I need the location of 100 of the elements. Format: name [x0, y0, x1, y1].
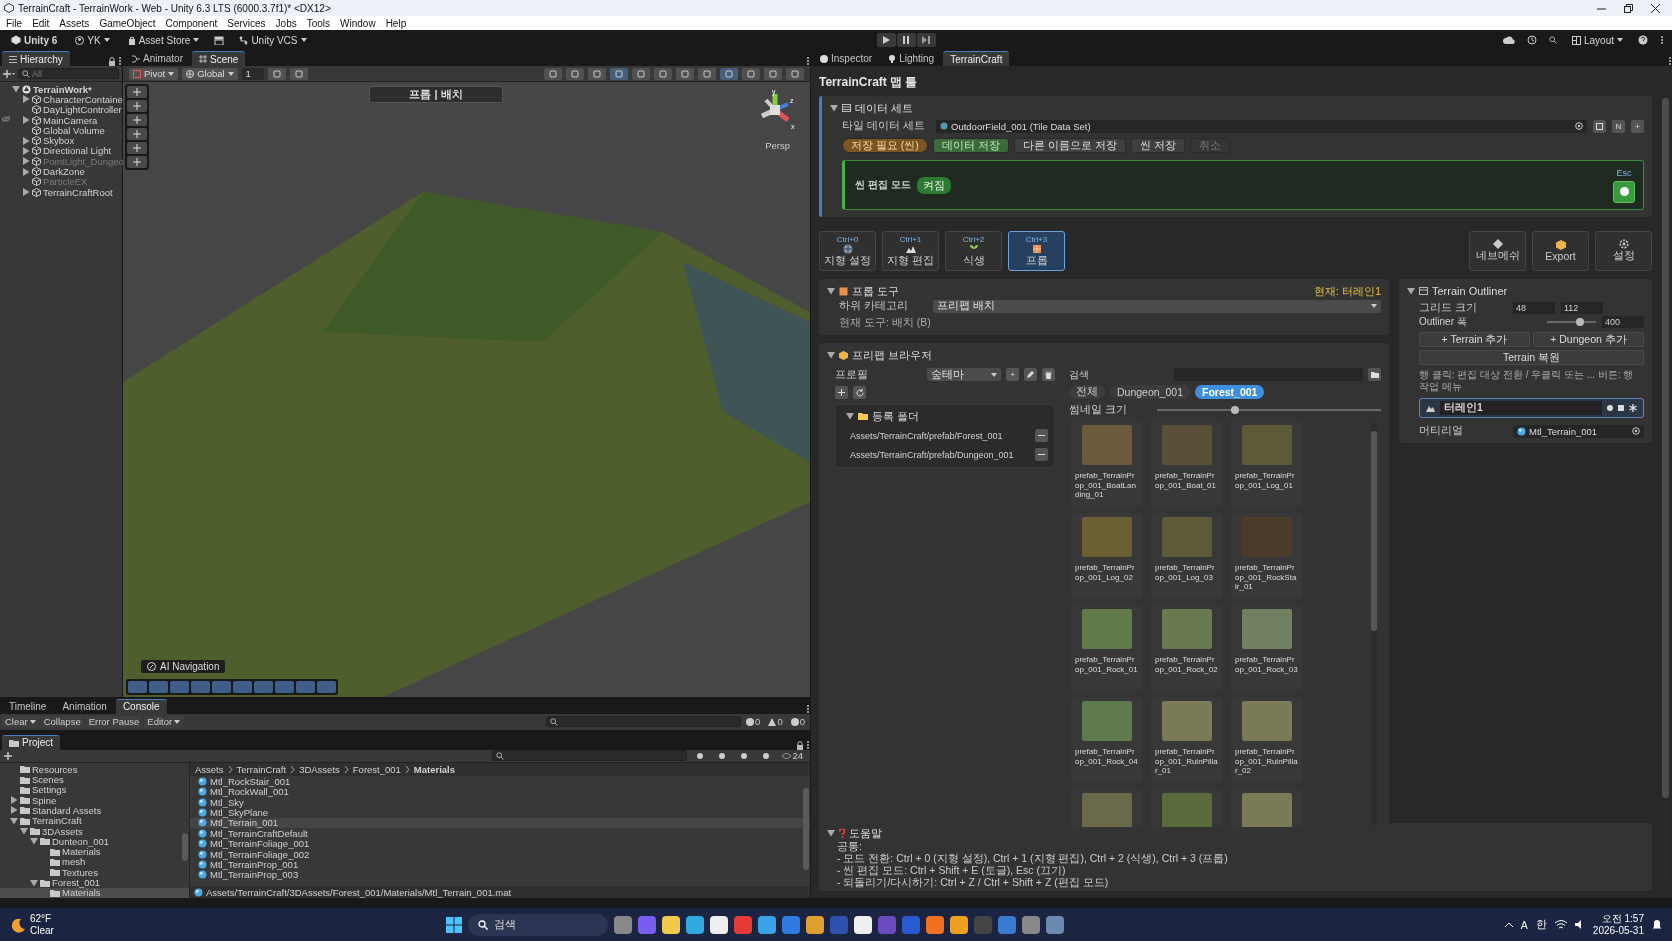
asset-item[interactable]: Mtl_TerrainProp_003	[210, 869, 299, 881]
section-header[interactable]: 프리팹 브라우저	[852, 347, 933, 363]
scene-tab[interactable]: Animator	[125, 51, 190, 66]
outliner-button[interactable]: + Terrain 추가	[1419, 332, 1530, 347]
section-header[interactable]: 등록 폴더	[872, 408, 920, 424]
folder-item[interactable]: Textures	[62, 866, 98, 878]
hierarchy-item[interactable]: DayLightController	[43, 104, 122, 116]
asset-item[interactable]: Mtl_TerrainFoliage_001	[210, 838, 310, 850]
console-button[interactable]: Clear	[2, 715, 39, 728]
breadcrumb-item[interactable]: Forest_001	[352, 764, 401, 776]
prefab-card[interactable]: prefab_TerrainProp_001_BoatLanding_01	[1071, 421, 1142, 507]
asset-item[interactable]: Mtl_TerrainCraftDefault	[210, 827, 308, 839]
unity-menu-button[interactable]: Unity 6	[8, 33, 61, 47]
inspector-tab[interactable]: Inspector	[813, 51, 880, 66]
prefab-card[interactable]: prefab_TerrainProp_001_Rock_02	[1151, 605, 1222, 691]
menu-item[interactable]: Jobs	[275, 17, 297, 29]
section-header[interactable]: 데이터 세트	[855, 100, 914, 116]
tile-data-set-field[interactable]: OutdoorField_001 (Tile Data Set)	[936, 119, 1587, 133]
folder-item[interactable]: Forest_001	[52, 877, 101, 889]
projection-label[interactable]: Persp	[765, 140, 790, 151]
hierarchy-item[interactable]: CharacterContaine	[43, 93, 123, 105]
grid-step-field[interactable]: 1	[241, 67, 264, 80]
layout-button[interactable]: Layout	[1569, 33, 1626, 47]
action-button[interactable]: 씬 저장	[1130, 138, 1185, 153]
mode-button[interactable]: Ctrl+1 지형 편집	[882, 231, 939, 271]
folder-item[interactable]: Standard Assets	[32, 805, 102, 816]
scene-tab[interactable]: Scene	[192, 51, 246, 66]
category-dropdown[interactable]: 프리팹 배치	[933, 299, 1381, 313]
terrain-row[interactable]: 터레인1	[1419, 398, 1644, 418]
hierarchy-item[interactable]: Skybox	[43, 135, 75, 147]
hierarchy-tab[interactable]: Hierarchy	[2, 51, 70, 66]
hierarchy-item[interactable]: TerrainWork*	[33, 83, 92, 95]
action-button[interactable]: 다른 이름으로 저장	[1013, 138, 1126, 153]
breadcrumb-item[interactable]: Assets	[195, 764, 224, 776]
asset-store-button[interactable]: Asset Store	[124, 33, 203, 47]
prefab-card[interactable]: prefab_TerrainProp_001_Rock_03	[1231, 605, 1302, 691]
global-dropdown[interactable]: Global	[182, 67, 238, 80]
section-header[interactable]: 도움말	[849, 825, 882, 841]
console-tab[interactable]: Timeline	[2, 698, 54, 714]
prefab-card[interactable]: prefab_TerrainProp_001_Log_02	[1071, 513, 1142, 599]
menu-item[interactable]: Services	[227, 17, 266, 29]
hierarchy-item[interactable]: DarkZone	[43, 166, 85, 178]
number-field[interactable]: 48	[1513, 302, 1555, 314]
console-button[interactable]: Editor	[144, 715, 184, 728]
input-mode-indicator[interactable]: A	[1520, 918, 1528, 931]
error-count[interactable]: 0	[743, 716, 764, 728]
console-button[interactable]: Collapse	[40, 715, 84, 728]
section-header[interactable]: 프롭 도구	[852, 283, 900, 299]
hierarchy-item[interactable]: TerrainCraftRoot	[43, 186, 113, 198]
menu-item[interactable]: Tools	[306, 17, 331, 29]
folder-item[interactable]: Spine	[32, 794, 57, 806]
filter-chip[interactable]: Dungeon_001	[1110, 385, 1190, 399]
menu-item[interactable]: Window	[340, 17, 376, 29]
asset-item[interactable]: Mtl_Sky	[210, 796, 244, 808]
info-count[interactable]: 0	[787, 716, 808, 728]
hierarchy-item[interactable]: MainCamera	[43, 114, 98, 126]
project-tab[interactable]: Project	[2, 734, 61, 750]
profile-dropdown[interactable]: 숲테마	[927, 368, 1002, 381]
section-header[interactable]: Terrain Outliner	[1432, 285, 1508, 297]
breadcrumb-item[interactable]: TerrainCraft	[236, 764, 287, 776]
prefab-card[interactable]: prefab_TerrainProp_001_Rock_04	[1071, 697, 1142, 783]
menu-item[interactable]: Assets	[59, 17, 90, 29]
inspector-tab[interactable]: Lighting	[881, 51, 942, 66]
asset-item[interactable]: Mtl_TerrainFoliage_002	[210, 848, 310, 860]
menu-item[interactable]: File	[6, 17, 23, 29]
hierarchy-item[interactable]: Directional Light	[43, 145, 112, 157]
clock-time[interactable]: 오전 1:57	[1601, 912, 1644, 925]
number-field[interactable]: 112	[1561, 302, 1603, 314]
name-field[interactable]: 터레인1	[1440, 401, 1602, 415]
filter-chip[interactable]: 전체	[1069, 385, 1105, 399]
asset-item[interactable]: Mtl_RockWall_001	[210, 786, 289, 798]
folder-item[interactable]: Dunteon_001	[52, 835, 110, 847]
tool-button[interactable]: 설정	[1595, 231, 1652, 271]
outliner-button[interactable]: + Dungeon 추가	[1533, 332, 1644, 347]
prefab-card[interactable]: prefab_TerrainProp_001_RockStair_01	[1231, 513, 1302, 599]
tool-button[interactable]: Export	[1532, 231, 1589, 271]
mode-button[interactable]: Ctrl+0 지형 설정	[819, 231, 876, 271]
warning-count[interactable]: 0	[765, 716, 786, 728]
asset-item[interactable]: Mtl_SkyPlane	[210, 807, 269, 818]
folder-item[interactable]: TerrainCraft	[32, 815, 82, 827]
mode-button[interactable]: Ctrl+3 프롭	[1008, 231, 1065, 271]
inspector-tab[interactable]: TerrainCraft	[943, 51, 1010, 66]
menu-item[interactable]: Help	[385, 17, 407, 29]
prefab-card[interactable]: prefab_TerrainProp_001_Log_01	[1231, 421, 1302, 507]
breadcrumb-item[interactable]: 3DAssets	[299, 764, 340, 776]
taskbar-search-field[interactable]: 검색	[468, 913, 608, 936]
menu-item[interactable]: Component	[165, 17, 218, 29]
prefab-card[interactable]: prefab_TerrainProp_001_RuinPillar_01	[1151, 697, 1222, 783]
action-button[interactable]: 데이터 저장	[932, 138, 1009, 153]
folder-item[interactable]: Resources	[32, 763, 78, 775]
material-field[interactable]: Mtl_Terrain_001	[1513, 424, 1644, 438]
menu-item[interactable]: GameObject	[99, 17, 156, 29]
prefab-card[interactable]: prefab_TerrainProp_001_RuinPillar_02	[1231, 697, 1302, 783]
prefab-card[interactable]: prefab_TerrainProp_001_Boat_01	[1151, 421, 1222, 507]
tool-button[interactable]: 네브메쉬	[1469, 231, 1526, 271]
visible-count[interactable]: 24	[779, 750, 806, 762]
status-badge[interactable]: 저장 필요 (씬)	[842, 138, 928, 153]
add-button[interactable]: +	[1631, 119, 1644, 133]
pivot-dropdown[interactable]: Pivot	[129, 67, 179, 80]
folder-item[interactable]: mesh	[62, 856, 86, 868]
